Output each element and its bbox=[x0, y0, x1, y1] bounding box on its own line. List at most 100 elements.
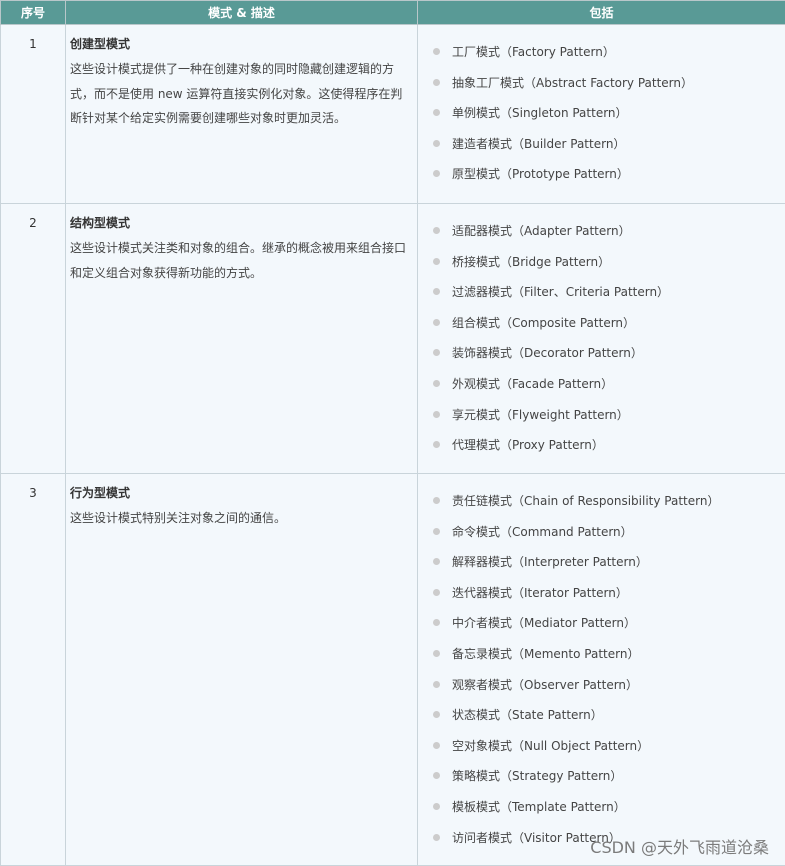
pattern-name: 空对象模式（Null Object Pattern） bbox=[452, 738, 650, 753]
list-item: 装饰器模式（Decorator Pattern） bbox=[433, 339, 785, 370]
pattern-name: 工厂模式（Factory Pattern） bbox=[452, 45, 615, 59]
bullet-icon bbox=[433, 558, 440, 566]
bullet-icon bbox=[433, 257, 440, 265]
list-item: 原型模式（Prototype Pattern） bbox=[433, 160, 785, 191]
bullet-icon bbox=[433, 139, 440, 147]
table-row-structural: 2 结构型模式 这些设计模式关注类和对象的组合。继承的概念被用来组合接口 和定义… bbox=[0, 203, 785, 474]
bullet-icon bbox=[433, 78, 440, 86]
list-item: 桥接模式（Bridge Pattern） bbox=[433, 248, 785, 279]
pattern-name: 状态模式（State Pattern） bbox=[452, 708, 603, 723]
pattern-name: 装饰器模式（Decorator Pattern） bbox=[452, 346, 643, 361]
list-item: 抽象工厂模式（Abstract Factory Pattern） bbox=[433, 69, 785, 100]
pattern-name: 中介者模式（Mediator Pattern） bbox=[452, 616, 637, 631]
pattern-name: 模板模式（Template Pattern） bbox=[452, 799, 626, 814]
bullet-icon bbox=[433, 349, 440, 357]
pattern-name: 享元模式（Flyweight Pattern） bbox=[452, 407, 629, 422]
list-item: 代理模式（Proxy Pattern） bbox=[433, 431, 785, 462]
pattern-list: 适配器模式（Adapter Pattern） 桥接模式（Bridge Patte… bbox=[418, 204, 785, 462]
pattern-name: 适配器模式（Adapter Pattern） bbox=[452, 224, 631, 238]
category-description: 这些设计模式关注类和对象的组合。继承的概念被用来组合接口 和定义组合对象获得新功… bbox=[70, 236, 413, 285]
list-item: 状态模式（State Pattern） bbox=[433, 701, 785, 732]
bullet-icon bbox=[433, 410, 440, 418]
description-line: 断针对某个给定实例需要创建哪些对象时更加灵活。 bbox=[70, 111, 347, 125]
pattern-name: 策略模式（Strategy Pattern） bbox=[452, 769, 623, 784]
bullet-icon bbox=[433, 588, 440, 596]
pattern-name: 解释器模式（Interpreter Pattern） bbox=[452, 555, 648, 570]
list-item: 迭代器模式（Iterator Pattern） bbox=[433, 579, 785, 610]
row-description-cell: 结构型模式 这些设计模式关注类和对象的组合。继承的概念被用来组合接口 和定义组合… bbox=[65, 203, 418, 474]
design-patterns-table: 序号 模式 & 描述 包括 1 创建型模式 这些设计模式提供了一种在创建对象的同… bbox=[0, 0, 785, 866]
header-index: 序号 bbox=[0, 0, 66, 25]
row-items-cell: 责任链模式（Chain of Responsibility Pattern） 命… bbox=[417, 473, 785, 866]
row-index: 1 bbox=[0, 24, 66, 204]
csdn-watermark: CSDN @天外飞雨道沧桑 bbox=[590, 838, 769, 857]
pattern-name: 外观模式（Facade Pattern） bbox=[452, 376, 614, 391]
bullet-icon bbox=[433, 497, 440, 504]
category-title: 行为型模式 bbox=[70, 486, 131, 500]
category-description: 这些设计模式特别关注对象之间的通信。 bbox=[70, 506, 413, 531]
bullet-icon bbox=[433, 527, 440, 535]
pattern-name: 组合模式（Composite Pattern） bbox=[452, 315, 636, 330]
description-line: 这些设计模式关注类和对象的组合。继承的概念被用来组合接口 bbox=[70, 241, 407, 255]
pattern-name: 代理模式（Proxy Pattern） bbox=[452, 438, 604, 453]
description-line: 式，而不是使用 new 运算符直接实例化对象。这使得程序在判 bbox=[70, 86, 403, 101]
row-description-cell: 创建型模式 这些设计模式提供了一种在创建对象的同时隐藏创建逻辑的方 式，而不是使… bbox=[65, 24, 418, 204]
pattern-name: 观察者模式（Observer Pattern） bbox=[452, 677, 639, 692]
category-title: 创建型模式 bbox=[70, 37, 131, 51]
header-pattern-description: 模式 & 描述 bbox=[65, 0, 418, 25]
pattern-name: 命令模式（Command Pattern） bbox=[452, 524, 633, 539]
list-item: 空对象模式（Null Object Pattern） bbox=[433, 732, 785, 763]
row-index: 2 bbox=[0, 203, 66, 474]
list-item: 组合模式（Composite Pattern） bbox=[433, 309, 785, 340]
bullet-icon bbox=[433, 772, 440, 780]
row-description-cell: 行为型模式 这些设计模式特别关注对象之间的通信。 bbox=[65, 473, 418, 866]
list-item: 工厂模式（Factory Pattern） bbox=[433, 38, 785, 69]
bullet-icon bbox=[433, 711, 440, 719]
pattern-list: 责任链模式（Chain of Responsibility Pattern） 命… bbox=[418, 474, 785, 854]
row-index: 3 bbox=[0, 473, 66, 866]
bullet-icon bbox=[433, 379, 440, 387]
table-row-creational: 1 创建型模式 这些设计模式提供了一种在创建对象的同时隐藏创建逻辑的方 式，而不… bbox=[0, 24, 785, 204]
pattern-name: 备忘录模式（Memento Pattern） bbox=[452, 646, 640, 661]
list-item: 建造者模式（Builder Pattern） bbox=[433, 130, 785, 161]
list-item: 享元模式（Flyweight Pattern） bbox=[433, 401, 785, 432]
pattern-list: 工厂模式（Factory Pattern） 抽象工厂模式（Abstract Fa… bbox=[418, 25, 785, 191]
pattern-name: 过滤器模式（Filter、Criteria Pattern） bbox=[452, 285, 670, 300]
bullet-icon bbox=[433, 318, 440, 326]
bullet-icon bbox=[433, 802, 440, 810]
bullet-icon bbox=[433, 680, 440, 688]
bullet-icon bbox=[433, 48, 440, 55]
row-items-cell: 工厂模式（Factory Pattern） 抽象工厂模式（Abstract Fa… bbox=[417, 24, 785, 204]
list-item: 过滤器模式（Filter、Criteria Pattern） bbox=[433, 278, 785, 309]
table-header-row: 序号 模式 & 描述 包括 bbox=[0, 0, 785, 25]
list-item: 命令模式（Command Pattern） bbox=[433, 518, 785, 549]
description-line: 这些设计模式特别关注对象之间的通信。 bbox=[70, 511, 287, 525]
bullet-icon bbox=[433, 227, 440, 234]
list-item: 观察者模式（Observer Pattern） bbox=[433, 671, 785, 702]
description-line: 和定义组合对象获得新功能的方式。 bbox=[70, 265, 263, 280]
pattern-name: 单例模式（Singleton Pattern） bbox=[452, 106, 628, 121]
bullet-icon bbox=[433, 741, 440, 749]
pattern-name: 抽象工厂模式（Abstract Factory Pattern） bbox=[452, 75, 694, 90]
list-item: 解释器模式（Interpreter Pattern） bbox=[433, 548, 785, 579]
list-item: 责任链模式（Chain of Responsibility Pattern） bbox=[433, 487, 785, 518]
header-includes: 包括 bbox=[417, 0, 785, 25]
list-item: 模板模式（Template Pattern） bbox=[433, 793, 785, 824]
bullet-icon bbox=[433, 649, 440, 657]
pattern-name: 桥接模式（Bridge Pattern） bbox=[452, 254, 611, 269]
category-title: 结构型模式 bbox=[70, 216, 131, 230]
list-item: 单例模式（Singleton Pattern） bbox=[433, 99, 785, 130]
list-item: 备忘录模式（Memento Pattern） bbox=[433, 640, 785, 671]
bullet-icon bbox=[433, 109, 440, 117]
table-row-behavioral: 3 行为型模式 这些设计模式特别关注对象之间的通信。 责任链模式（Chain o… bbox=[0, 473, 785, 866]
description-line: 这些设计模式提供了一种在创建对象的同时隐藏创建逻辑的方 bbox=[70, 62, 395, 76]
row-items-cell: 适配器模式（Adapter Pattern） 桥接模式（Bridge Patte… bbox=[417, 203, 785, 474]
list-item: 中介者模式（Mediator Pattern） bbox=[433, 609, 785, 640]
pattern-name: 原型模式（Prototype Pattern） bbox=[452, 167, 629, 182]
bullet-icon bbox=[433, 288, 440, 296]
list-item: 适配器模式（Adapter Pattern） bbox=[433, 217, 785, 248]
pattern-name: 迭代器模式（Iterator Pattern） bbox=[452, 585, 628, 600]
list-item: 外观模式（Facade Pattern） bbox=[433, 370, 785, 401]
bullet-icon bbox=[433, 833, 440, 841]
pattern-name: 责任链模式（Chain of Responsibility Pattern） bbox=[452, 494, 720, 508]
